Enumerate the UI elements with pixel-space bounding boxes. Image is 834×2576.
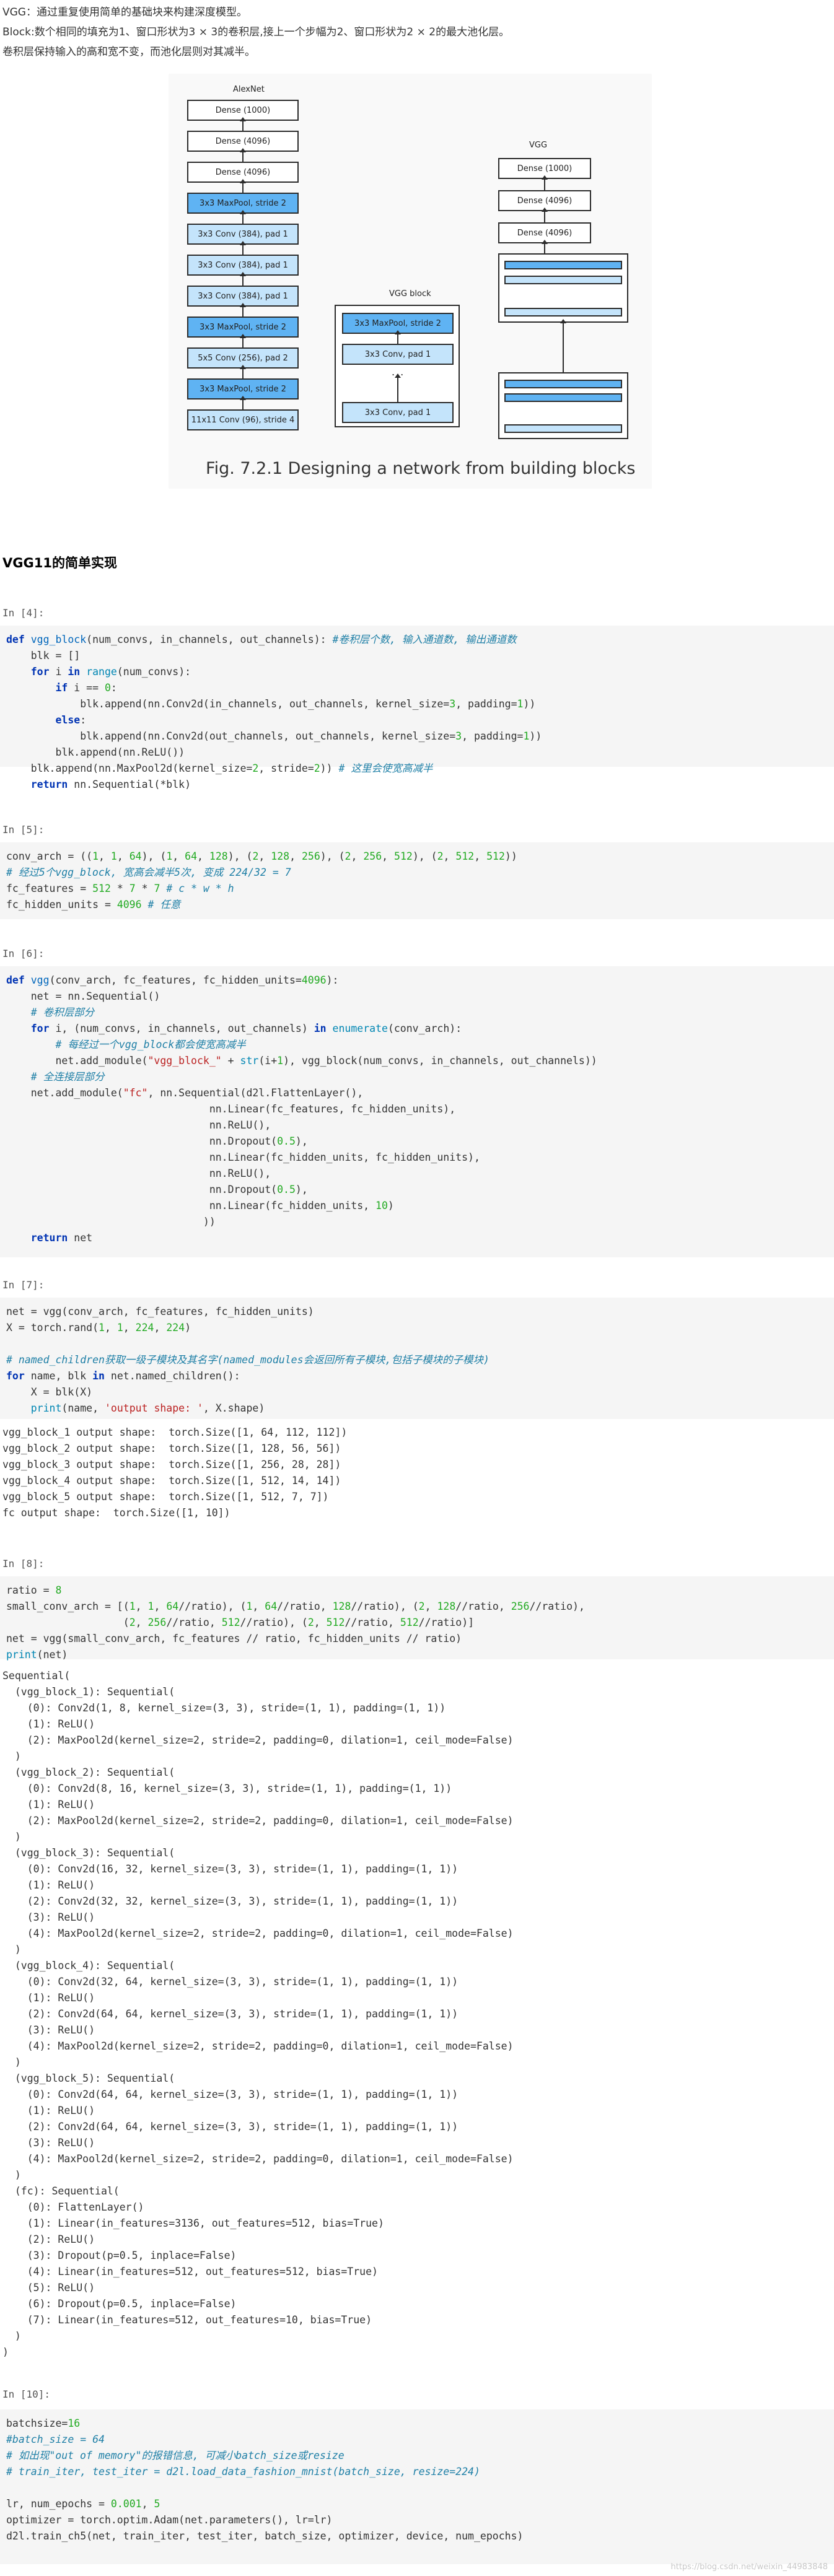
vgg-figure: AlexNet VGG block 3x3 MaxPool, stride 2 … [169,74,652,489]
cell-prompt: In [8]: [2,1558,45,1570]
vggblock-layer: 3x3 Conv, pad 1 [342,402,454,423]
cell-prompt: In [10]: [2,2388,51,2400]
arrow-icon [240,179,246,193]
vgg-bar [504,393,622,402]
code-cell[interactable]: batchsize=16 #batch_size = 64 # 如出现"out … [0,2409,834,2564]
vgg-bar [504,424,622,433]
vgg-bar [504,380,622,388]
arrow-icon [240,210,246,224]
watermark: https://blog.csdn.net/weixin_44983848 [670,2562,828,2572]
cell-prompt: In [5]: [2,824,45,836]
arrow-icon [560,319,566,372]
arrow-icon [240,272,246,286]
vgg-bar [504,261,622,269]
arrow-icon [240,148,246,162]
code-cell[interactable]: def vgg(conv_arch, fc_features, fc_hidde… [0,966,834,1257]
cell-prompt: In [4]: [2,607,45,619]
alexnet-title: AlexNet [233,85,265,94]
arrow-icon [240,396,246,409]
cell-output: Sequential( (vgg_block_1): Sequential( (… [2,1670,514,2358]
arrow-icon [240,365,246,378]
intro-text: VGG：通过重复使用简单的基础块来构建深度模型。 Block:数个相同的填充为1… [2,2,827,62]
arrow-icon [240,303,246,317]
code-cell[interactable]: def vgg_block(num_convs, in_channels, ou… [0,626,834,790]
vgg-bar [504,276,622,284]
arrow-icon [395,373,401,402]
code-cell[interactable]: net = vgg(conv_arch, fc_features, fc_hid… [0,1298,834,1419]
arrow-icon [542,240,548,253]
alexnet-layer: 11x11 Conv (96), stride 4 [187,409,299,430]
cell-prompt: In [6]: [2,948,45,959]
section-heading: VGG11的简单实现 [2,556,117,570]
arrow-icon [542,175,548,190]
vggblock-layer: 3x3 Conv, pad 1 [342,344,454,365]
cell-output: vgg_block_1 output shape: torch.Size([1,… [2,1426,348,1519]
arrow-icon [542,207,548,222]
arrow-icon [395,330,401,344]
code-cell[interactable]: ratio = 8 small_conv_arch = [(1, 1, 64//… [0,1576,834,1661]
arrow-icon [240,241,246,255]
vgg-title: VGG [529,141,548,150]
vggblock-title: VGG block [389,289,431,299]
intro-line: Block:数个相同的填充为1、窗口形状为3 × 3的卷积层,接上一个步幅为2、… [2,26,510,38]
figure-caption: Fig. 7.2.1 Designing a network from buil… [206,459,636,478]
arrow-icon [240,334,246,347]
vgg-bar [504,308,622,317]
arrow-icon [240,117,246,131]
cell-prompt: In [7]: [2,1279,45,1291]
intro-line: 卷积层保持输入的高和宽不变，而池化层则对其减半。 [2,46,255,58]
intro-line: VGG：通过重复使用简单的基础块来构建深度模型。 [2,6,247,19]
code-cell[interactable]: conv_arch = ((1, 1, 64), (1, 64, 128), (… [0,842,834,919]
